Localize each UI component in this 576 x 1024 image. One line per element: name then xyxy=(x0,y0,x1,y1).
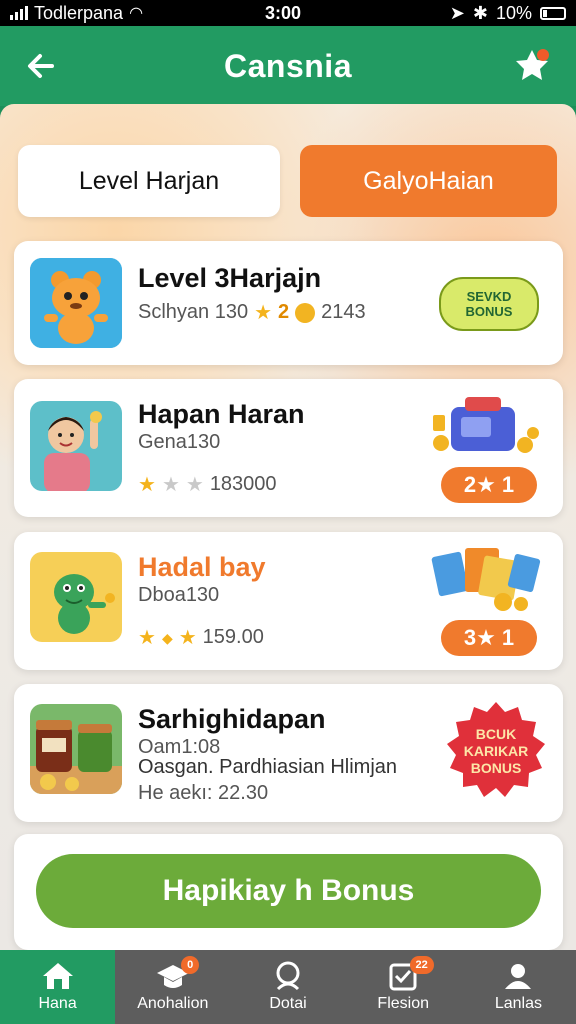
bear-thumbnail xyxy=(30,258,122,348)
bonus-seal-badge: BCUK KARIKAR BONUS xyxy=(443,698,549,804)
clock: 3:00 xyxy=(264,2,302,23)
bonus-badge-text: SEVKD BONUS xyxy=(465,289,513,319)
tab-level-harjan[interactable]: Level Harjan xyxy=(18,145,280,217)
list-item[interactable]: Level 3Harjajn Sclhyan 130 ★ 2 2143 SEVK… xyxy=(14,241,563,365)
main-content: Level Harjan GalyoHaian Level 3Harjajn S… xyxy=(0,104,576,950)
star-badge-icon[interactable] xyxy=(510,44,554,88)
bonus-speech-badge: SEVKD BONUS xyxy=(439,277,539,331)
wifi-icon: ◠ xyxy=(129,5,144,22)
page-title: Cansnia xyxy=(224,47,352,84)
reward-pill-text: 2★ 1 xyxy=(463,472,515,497)
home-icon xyxy=(42,963,73,989)
reward-pill[interactable]: 2★ 1 xyxy=(441,467,537,503)
card-title: Hapan Haran xyxy=(138,399,305,429)
battery-percent: 10% xyxy=(495,2,532,23)
card-subtitle: Gena130 xyxy=(138,431,221,453)
profile-chat-icon xyxy=(276,961,300,991)
status-bar: Todlerpana ◠ 3:00 ➤ ✱ 10% xyxy=(0,0,576,26)
list-item[interactable]: Hapan Haran Gena130 ★ ★ ★ 183000 2★ 1 xyxy=(14,379,563,517)
nav-label: Hana xyxy=(38,995,77,1012)
carrier-label: Todlerpana xyxy=(34,2,124,23)
nav-item-dotai[interactable]: Dotai xyxy=(230,950,345,1024)
location-icon: ➤ xyxy=(449,2,465,23)
nav-label: Dotai xyxy=(269,995,307,1012)
cta-label: Hapikiay h Bonus xyxy=(162,874,415,907)
bonus-seal-text: BCUK KARIKAR BONUS xyxy=(463,725,529,776)
card-extra: 183000 xyxy=(209,473,277,495)
star-icon: ★ xyxy=(185,473,204,496)
bluetooth-icon: ✱ xyxy=(472,2,488,23)
reward-pill[interactable]: 3★ 1 xyxy=(441,620,537,656)
user-icon xyxy=(505,964,532,989)
nav-item-anohalion[interactable]: 0 Anohalion xyxy=(115,950,230,1024)
card-title: Sarhighidapan xyxy=(138,704,326,734)
card-meta: He aekı: 22.30 xyxy=(138,782,269,804)
nav-badge: 0 xyxy=(181,956,200,974)
card-stats: ★ ★ ★ 183000 xyxy=(138,473,277,496)
nav-item-lanlas[interactable]: Lanlas xyxy=(461,950,576,1024)
card-title: Hadal bay xyxy=(138,552,266,582)
tab-galyohaian[interactable]: GalyoHaian xyxy=(300,145,557,217)
app-header: Cansnia xyxy=(0,26,576,106)
tab-label: GalyoHaian xyxy=(363,166,494,195)
card-rating: 2 xyxy=(278,301,290,323)
star-icon: ★ xyxy=(254,301,273,324)
cta-container: Hapikiay h Bonus xyxy=(14,834,563,950)
tab-label: Level Harjan xyxy=(78,166,220,195)
card-extra: 159.00 xyxy=(202,626,264,648)
card-subtitle: Dboa130 xyxy=(138,584,220,606)
gift-box-icon xyxy=(433,397,539,453)
star-icon: ◆ xyxy=(161,629,173,646)
list-item[interactable]: Hadal bay Dboa130 ★ ◆ ★ 159.00 3★ 1 xyxy=(14,532,563,670)
card-description: Oasgan. Pardhiasian Hlimjan xyxy=(138,756,398,778)
cards-coins-icon xyxy=(431,548,541,611)
bottom-navigation: Hana 0 Anohalion Dotai 22 Flesion Lanlas xyxy=(0,950,576,1024)
reward-pill-text: 3★ 1 xyxy=(463,625,515,650)
card-stats: ★ ◆ ★ 159.00 xyxy=(138,626,264,649)
nav-item-home[interactable]: Hana xyxy=(0,950,116,1024)
nav-label: Anohalion xyxy=(137,995,209,1012)
star-icon: ★ xyxy=(138,473,156,496)
card-extra: 2143 xyxy=(321,301,366,323)
nav-badge: 22 xyxy=(409,956,434,974)
star-icon: ★ xyxy=(161,473,180,496)
back-arrow-icon[interactable] xyxy=(22,46,62,86)
card-stat-text: Sclhyan 130 xyxy=(138,301,249,323)
dino-thumbnail xyxy=(30,552,122,642)
jars-thumbnail xyxy=(30,704,122,794)
card-stats: Sclhyan 130 ★ 2 2143 xyxy=(138,301,366,324)
nav-label: Flesion xyxy=(377,995,429,1012)
coin-icon xyxy=(295,302,316,323)
nav-label: Lanlas xyxy=(494,995,542,1012)
nav-item-flesion[interactable]: 22 Flesion xyxy=(346,950,461,1024)
star-icon: ★ xyxy=(138,626,156,649)
card-title: Level 3Harjajn xyxy=(138,263,322,293)
star-icon: ★ xyxy=(178,626,197,649)
child-thumbnail xyxy=(30,401,122,491)
claim-bonus-button[interactable]: Hapikiay h Bonus xyxy=(36,854,541,928)
list-item[interactable]: Sarhighidapan Oam1:08 Oasgan. Pardhiasia… xyxy=(14,684,563,822)
signal-icon xyxy=(10,6,28,20)
battery-icon xyxy=(540,6,566,20)
